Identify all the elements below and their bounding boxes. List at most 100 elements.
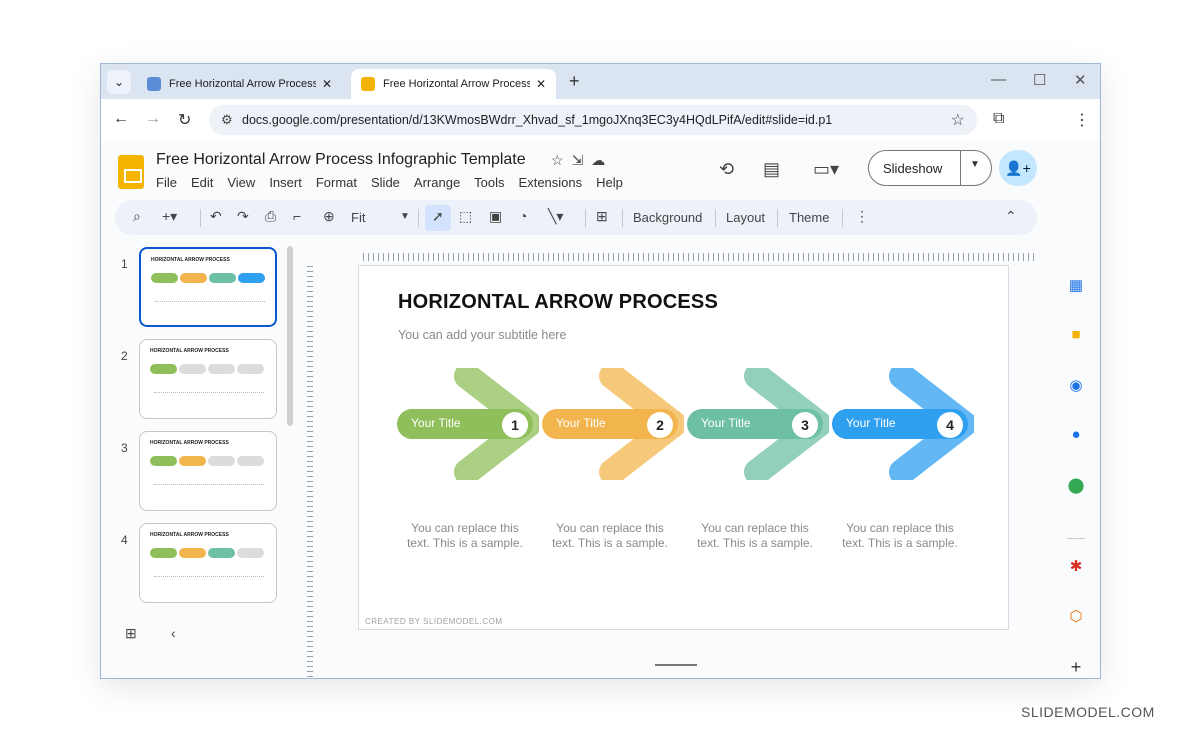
close-window-icon[interactable]: ✕	[1074, 71, 1087, 89]
more-vert-icon[interactable]: ⋮	[1074, 110, 1090, 130]
step-title: Your Title	[846, 416, 896, 430]
minimize-icon[interactable]: —	[991, 71, 1006, 88]
thumb-text-lines	[154, 576, 264, 582]
new-slide-plus-icon[interactable]: +▾	[162, 208, 177, 225]
slide-thumbnail-2[interactable]: HORIZONTAL ARROW PROCESS	[139, 339, 277, 419]
thumb-arrow	[150, 456, 177, 466]
slide-thumbnail-1[interactable]: HORIZONTAL ARROW PROCESS	[139, 247, 277, 327]
step-description-2[interactable]: You can replace this text. This is a sam…	[550, 521, 670, 551]
slides-favicon-icon	[361, 77, 375, 91]
maximize-icon[interactable]: ☐	[1033, 71, 1046, 89]
forward-icon[interactable]: →	[145, 110, 161, 128]
extensions-icon[interactable]: ⧉	[993, 110, 1004, 128]
chevron-up-icon[interactable]: ⌃	[1005, 208, 1017, 225]
undo-icon[interactable]: ↶	[210, 208, 222, 225]
menu-format[interactable]: Format	[316, 175, 357, 190]
collapse-chevron-left-icon[interactable]: ‹	[171, 625, 176, 641]
zoom-icon[interactable]: ⊕	[323, 208, 335, 225]
menu-slide[interactable]: Slide	[371, 175, 400, 190]
back-icon[interactable]: ←	[113, 110, 129, 128]
more-vert-icon[interactable]: ⋮	[855, 208, 869, 225]
slide-canvas[interactable]: HORIZONTAL ARROW PROCESS You can add you…	[358, 265, 1009, 630]
slide-title[interactable]: HORIZONTAL ARROW PROCESS	[398, 291, 718, 314]
menu-extensions[interactable]: Extensions	[519, 175, 583, 190]
tab-search-chevron-down-icon[interactable]: ⌄	[107, 70, 131, 94]
paint-format-icon[interactable]: ⌐	[293, 208, 301, 224]
arrow-step-2[interactable]: Your Title 2	[542, 368, 684, 480]
print-icon[interactable]: ⎙	[265, 208, 276, 225]
background-button[interactable]: Background	[633, 210, 702, 225]
line-icon[interactable]: ╲▾	[548, 208, 563, 225]
text-box-icon[interactable]: ⬚	[459, 208, 472, 225]
speaker-notes-handle[interactable]	[655, 664, 697, 666]
grid-view-icon[interactable]: ⊞	[125, 625, 137, 642]
thumb-text-lines	[154, 484, 264, 490]
chevron-down-icon[interactable]: ▼	[970, 159, 980, 170]
image-icon[interactable]: ▣	[489, 208, 502, 225]
search-icon[interactable]: ⌕	[133, 208, 141, 225]
version-history-icon[interactable]: ⟲	[719, 159, 734, 180]
comment-add-icon[interactable]: ⊞	[596, 208, 608, 225]
thumb-arrow	[238, 273, 265, 283]
zoom-select[interactable]: Fit	[351, 210, 365, 225]
document-title[interactable]: Free Horizontal Arrow Process Infographi…	[156, 151, 526, 169]
slide-thumbnail-3[interactable]: HORIZONTAL ARROW PROCESS	[139, 431, 277, 511]
close-icon[interactable]: ✕	[536, 77, 546, 91]
get-addons-plus-icon[interactable]: +	[1061, 657, 1091, 678]
thumb-arrows	[150, 456, 264, 466]
contacts-icon[interactable]: ●	[1061, 426, 1091, 443]
new-tab-plus-icon[interactable]: +	[569, 71, 580, 92]
cloud-status-icon[interactable]: ☁	[591, 152, 613, 168]
share-person-add-icon[interactable]: 👤+	[999, 150, 1037, 186]
arrow-step-3[interactable]: Your Title 3	[687, 368, 829, 480]
menu-file[interactable]: File	[156, 175, 177, 190]
redo-icon[interactable]: ↷	[237, 208, 249, 225]
star-icon[interactable]: ☆	[551, 152, 572, 168]
move-folder-icon[interactable]: ⇲	[572, 152, 592, 168]
arrow-step-1[interactable]: Your Title 1	[397, 368, 539, 480]
divider	[1067, 538, 1085, 539]
slide-subtitle[interactable]: You can add your subtitle here	[398, 328, 566, 342]
comments-icon[interactable]: ▤	[763, 159, 780, 180]
star-icon[interactable]: ☆	[951, 110, 965, 130]
chevron-down-icon[interactable]: ▼	[400, 211, 410, 222]
thumb-title: HORIZONTAL ARROW PROCESS	[150, 532, 229, 538]
menu-edit[interactable]: Edit	[191, 175, 213, 190]
browser-tab-1[interactable]: Free Horizontal Arrow Process I ✕	[137, 69, 342, 99]
address-bar-row: ← → ↻ ⚙ docs.google.com/presentation/d/1…	[101, 99, 1100, 141]
theme-button[interactable]: Theme	[789, 210, 829, 225]
menu-view[interactable]: View	[227, 175, 255, 190]
layout-button[interactable]: Layout	[726, 210, 765, 225]
menu-tools[interactable]: Tools	[474, 175, 504, 190]
step-number-badge: 4	[937, 412, 963, 438]
browser-tab-2[interactable]: Free Horizontal Arrow Process I ✕	[351, 69, 556, 99]
addon-asterisk-icon[interactable]: ✱	[1061, 557, 1091, 575]
step-description-4[interactable]: You can replace this text. This is a sam…	[840, 521, 960, 551]
shape-icon[interactable]: ◔	[519, 208, 527, 224]
keep-icon[interactable]: ■	[1061, 326, 1091, 343]
slideshow-button[interactable]: Slideshow ▼	[868, 150, 992, 186]
maps-icon[interactable]: ⬤	[1061, 476, 1091, 494]
divider	[200, 209, 201, 227]
url-input[interactable]: ⚙ docs.google.com/presentation/d/13KWmos…	[209, 105, 977, 135]
reload-icon[interactable]: ↻	[178, 110, 191, 130]
filmstrip-scrollbar[interactable]	[287, 246, 293, 426]
calendar-icon[interactable]: ▦	[1061, 276, 1091, 294]
slide-thumbnail-4[interactable]: HORIZONTAL ARROW PROCESS	[139, 523, 277, 603]
step-number-badge: 2	[647, 412, 673, 438]
arrow-step-4[interactable]: Your Title 4	[832, 368, 974, 480]
step-description-1[interactable]: You can replace this text. This is a sam…	[405, 521, 525, 551]
meet-video-icon[interactable]: ▭▾	[813, 159, 839, 180]
step-number-badge: 1	[502, 412, 528, 438]
menu-insert[interactable]: Insert	[269, 175, 302, 190]
tasks-icon[interactable]: ◉	[1061, 376, 1091, 394]
close-icon[interactable]: ✕	[322, 77, 332, 91]
tune-icon[interactable]: ⚙	[221, 112, 233, 128]
menu-arrange[interactable]: Arrange	[414, 175, 460, 190]
menu-help[interactable]: Help	[596, 175, 623, 190]
addon-office-icon[interactable]: ⬡	[1061, 607, 1091, 625]
thumb-title: HORIZONTAL ARROW PROCESS	[151, 257, 230, 263]
slides-logo-icon[interactable]	[118, 155, 144, 189]
step-description-3[interactable]: You can replace this text. This is a sam…	[695, 521, 815, 551]
select-cursor-icon[interactable]: ➚	[432, 208, 444, 225]
